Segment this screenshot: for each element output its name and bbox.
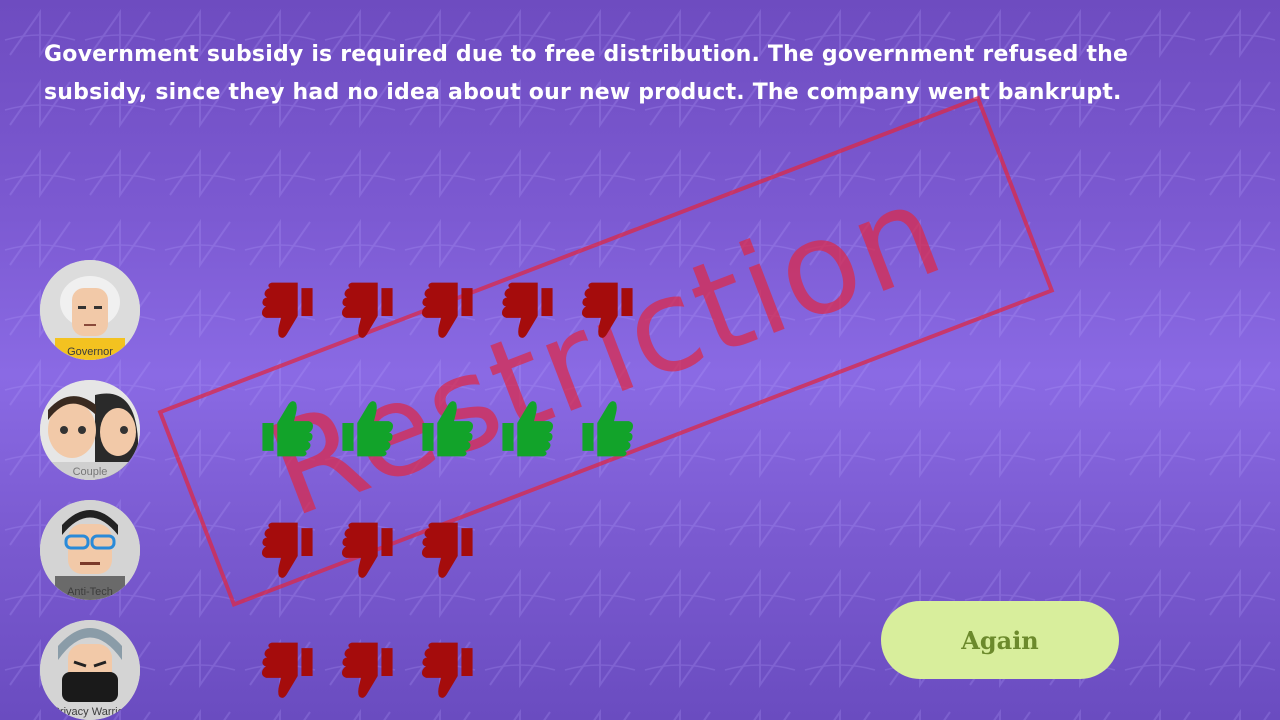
privacy-warrior-votes xyxy=(255,637,480,702)
privacy-warrior-avatar: Privacy Warrior xyxy=(40,620,140,720)
avatar-label: Anti-Tech xyxy=(67,586,113,598)
governor-votes xyxy=(255,277,640,342)
couple-avatar: Couple xyxy=(40,380,140,480)
governor-avatar: Governor xyxy=(40,260,140,360)
thumbs-down-icon xyxy=(261,282,313,338)
thumbs-down-icon xyxy=(501,282,553,338)
anti-tech-votes xyxy=(255,517,480,582)
thumbs-up-icon xyxy=(582,401,634,457)
thumbs-down-icon xyxy=(581,282,633,338)
result-message: Government subsidy is required due to fr… xyxy=(44,42,1129,105)
thumbs-down-icon xyxy=(261,642,313,698)
thumbs-up-icon xyxy=(422,401,474,457)
again-button[interactable]: Again xyxy=(881,601,1119,679)
thumbs-up-icon xyxy=(502,401,554,457)
avatar-label: Couple xyxy=(72,466,108,478)
thumbs-down-icon xyxy=(341,642,393,698)
thumbs-down-icon xyxy=(341,522,393,578)
thumbs-up-icon xyxy=(342,401,394,457)
thumbs-down-icon xyxy=(341,282,393,338)
avatar-label: Governor xyxy=(67,346,113,358)
thumbs-down-icon xyxy=(421,522,473,578)
thumbs-down-icon xyxy=(421,642,473,698)
anti-tech-avatar: Anti-Tech xyxy=(40,500,140,600)
couple-votes xyxy=(255,397,640,462)
thumbs-down-icon xyxy=(421,282,473,338)
thumbs-down-icon xyxy=(261,522,313,578)
thumbs-up-icon xyxy=(262,401,314,457)
avatar-label: Privacy Warrior xyxy=(52,706,128,718)
